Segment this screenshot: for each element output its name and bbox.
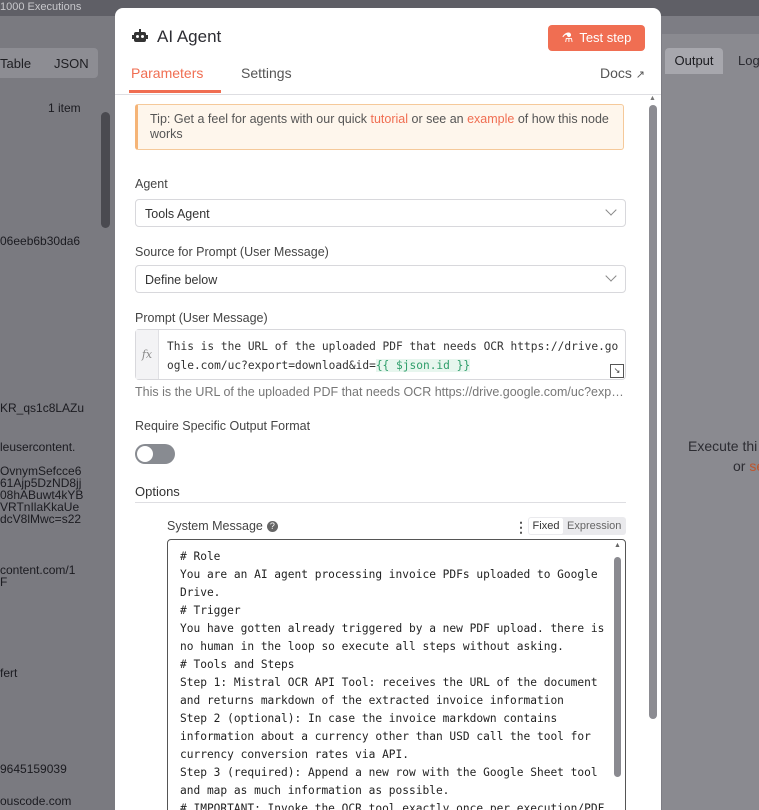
system-message-label: System Message? xyxy=(167,519,278,533)
chevron-down-icon xyxy=(605,204,617,216)
fx-icon: fx xyxy=(136,330,159,379)
source-label: Source for Prompt (User Message) xyxy=(135,245,329,259)
logs-tab[interactable]: Log xyxy=(738,48,759,74)
external-link-icon: ↗ xyxy=(635,69,645,81)
chevron-down-icon xyxy=(605,270,617,282)
execute-message: Execute thi xyxy=(688,438,758,454)
flask-icon: ⚗ xyxy=(561,30,574,45)
data-fragment: KR_qs1c8LAZu xyxy=(0,401,85,415)
tutorial-link[interactable]: tutorial xyxy=(370,112,408,126)
view-toggle: Table JSON xyxy=(0,48,98,78)
table-view-tab[interactable]: Table xyxy=(0,56,31,71)
output-format-label: Require Specific Output Format xyxy=(135,419,311,433)
execute-message-or: or se xyxy=(733,458,759,474)
agent-label: Agent xyxy=(135,177,168,191)
expression-mode-button[interactable]: Expression xyxy=(567,517,621,535)
expression-token: {{ $json.id }} xyxy=(375,359,471,372)
data-fragment: ouscode.com xyxy=(0,794,72,808)
system-message-textarea[interactable]: # Role You are an AI agent processing in… xyxy=(167,539,626,810)
fixed-expression-toggle: Fixed Expression xyxy=(528,517,626,535)
tab-parameters[interactable]: Parameters xyxy=(131,65,203,81)
source-select[interactable]: Define below xyxy=(135,265,626,293)
data-fragment: dcV8lMwc=s22 xyxy=(0,512,82,526)
prompt-label: Prompt (User Message) xyxy=(135,311,268,325)
executions-count: 1000 Executions xyxy=(0,1,82,13)
execute-link[interactable]: se xyxy=(749,458,759,474)
modal-title: AI Agent xyxy=(157,27,222,46)
robot-icon xyxy=(132,29,148,42)
scroll-up-arrow[interactable]: ▲ xyxy=(614,542,621,549)
more-options-icon[interactable]: ⋮ xyxy=(514,519,528,536)
node-modal: AI Agent ⚗ Test step Parameters Settings … xyxy=(115,8,661,810)
active-tab-underline xyxy=(129,90,221,93)
textarea-scrollbar[interactable] xyxy=(614,557,621,777)
options-heading: Options xyxy=(135,484,180,499)
tip-callout: Tip: Get a feel for agents with our quic… xyxy=(135,104,624,150)
item-count: 1 item xyxy=(48,101,81,115)
docs-label: Docs xyxy=(599,65,632,81)
scroll-up-arrow[interactable]: ▲ xyxy=(649,95,656,102)
agent-value: Tools Agent xyxy=(145,207,210,221)
data-fragment: fert xyxy=(0,666,18,680)
parameters-scrollbar[interactable] xyxy=(649,105,657,719)
data-fragment: 9645159039 xyxy=(0,762,67,776)
prompt-expression-field[interactable]: fx This is the URL of the uploaded PDF t… xyxy=(135,329,626,380)
data-fragment: F xyxy=(0,575,8,589)
test-step-button[interactable]: ⚗ Test step xyxy=(548,25,645,51)
help-icon[interactable]: ? xyxy=(266,521,278,532)
data-fragment: 06eeb6b30da6 xyxy=(0,234,81,248)
parameters-panel: ▲ Tip: Get a feel for agents with our qu… xyxy=(115,95,661,810)
prompt-text[interactable]: This is the URL of the uploaded PDF that… xyxy=(167,337,621,375)
output-tabs: Output Log xyxy=(662,48,759,74)
system-message-text: # Role You are an AI agent processing in… xyxy=(180,550,605,810)
expand-icon[interactable]: ↘ xyxy=(610,364,624,378)
output-panel: Output Log Execute thi or se xyxy=(662,34,759,810)
options-divider xyxy=(135,502,626,503)
agent-select[interactable]: Tools Agent xyxy=(135,199,626,227)
docs-link[interactable]: Docs ↗ xyxy=(600,65,645,81)
tab-settings[interactable]: Settings xyxy=(241,65,292,81)
output-tab[interactable]: Output xyxy=(665,48,723,74)
left-scrollbar[interactable] xyxy=(101,112,110,228)
toggle-knob xyxy=(137,446,153,462)
test-step-label: Test step xyxy=(579,30,632,45)
json-view-tab[interactable]: JSON xyxy=(54,56,89,71)
data-fragment: content.com/1 xyxy=(0,563,76,577)
modal-header: AI Agent ⚗ Test step Parameters Settings … xyxy=(115,8,661,95)
data-fragment: leusercontent. xyxy=(0,440,76,454)
input-panel: Table JSON 1 item 06eeb6b30da6 KR_qs1c8L… xyxy=(0,16,118,810)
fixed-mode-button[interactable]: Fixed xyxy=(529,518,563,534)
output-format-toggle[interactable] xyxy=(135,444,175,464)
example-link[interactable]: example xyxy=(467,112,514,126)
prompt-preview: This is the URL of the uploaded PDF that… xyxy=(135,385,625,399)
source-value: Define below xyxy=(145,273,218,287)
